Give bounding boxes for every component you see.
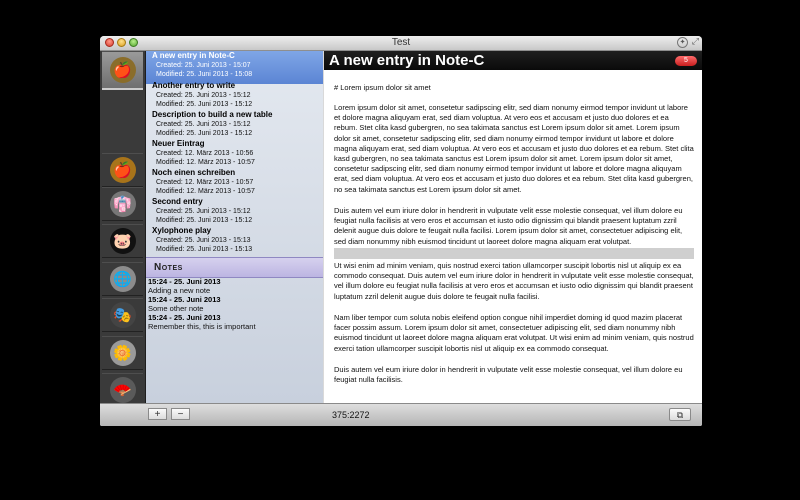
apple-icon: 🍎 xyxy=(109,157,136,183)
entry-title: Neuer Eintrag xyxy=(152,139,205,148)
notes-count-badge[interactable]: 5 xyxy=(675,56,697,66)
golden-apple-icon: 🍎 xyxy=(109,57,136,83)
app-window: Test ✦ ⤢ 🍎 🍎 👘 🐷 🌐 🎭 🌼 🪭 A new entry in … xyxy=(100,36,702,426)
entry-created: Created: 25. Juni 2013 - 15:12 xyxy=(156,92,251,99)
entry-created: Created: 25. Juni 2013 - 15:07 xyxy=(156,62,251,69)
editor-title: A new entry in Note-C xyxy=(329,52,485,69)
entry-row[interactable]: Xylophone play Created: 25. Juni 2013 - … xyxy=(146,226,323,259)
note-time: 15:24 - 25. Juni 2013 xyxy=(148,313,221,322)
globe-icon: 🌐 xyxy=(109,266,136,292)
note-time: 15:24 - 25. Juni 2013 xyxy=(148,295,221,304)
entry-modified: Modified: 25. Juni 2013 - 15:12 xyxy=(156,130,253,137)
notebook-button-5[interactable]: 🎭 xyxy=(102,298,143,332)
window-title: Test xyxy=(391,37,411,48)
entry-modified: Modified: 25. Juni 2013 - 15:12 xyxy=(156,217,253,224)
fan-icon: 🪭 xyxy=(109,377,136,403)
flower-icon: 🌼 xyxy=(109,340,136,366)
notebook-button-4[interactable]: 🌐 xyxy=(102,262,143,296)
entry-created: Created: 12. März 2013 - 10:56 xyxy=(156,150,254,157)
compass-icon[interactable]: ✦ xyxy=(677,37,688,48)
notes-header: Notes xyxy=(146,257,323,278)
title-bar[interactable]: Test ✦ ⤢ xyxy=(100,36,702,51)
entry-list: A new entry in Note-C Created: 25. Juni … xyxy=(146,51,323,403)
remove-entry-button[interactable]: − xyxy=(171,408,190,420)
editor-scrollbar[interactable] xyxy=(696,71,702,401)
entry-modified: Modified: 25. Juni 2013 - 15:12 xyxy=(156,101,253,108)
copy-button[interactable]: ⧉ xyxy=(669,408,691,421)
editor-pane[interactable]: A new entry in Note-C 5 # Lorem ipsum do… xyxy=(324,51,702,403)
entry-modified: Modified: 12. März 2013 - 10:57 xyxy=(156,159,255,166)
entry-row-selected[interactable]: A new entry in Note-C Created: 25. Juni … xyxy=(146,51,323,84)
note-text: Adding a new note xyxy=(148,286,211,295)
selection-highlight xyxy=(334,248,694,259)
notebook-button-6[interactable]: 🌼 xyxy=(102,336,143,370)
entry-title: Description to build a new table xyxy=(152,110,273,119)
note-text: Some other note xyxy=(148,304,204,313)
note-item[interactable]: 15:24 - 25. Juni 2013 Remember this, thi… xyxy=(146,313,323,331)
entry-title: Noch einen schreiben xyxy=(152,168,236,177)
entry-title: A new entry in Note-C xyxy=(152,51,235,60)
mask-icon: 🎭 xyxy=(109,302,136,328)
note-item[interactable]: 15:24 - 25. Juni 2013 Some other note xyxy=(146,295,323,313)
note-item[interactable]: 15:24 - 25. Juni 2013 Adding a new note xyxy=(146,277,323,295)
notebook-sidebar: 🍎 🍎 👘 🐷 🌐 🎭 🌼 🪭 xyxy=(100,51,146,407)
editor-paragraph[interactable]: Ut wisi enim ad minim veniam, quis nostr… xyxy=(334,261,694,302)
bottom-toolbar: + − 375:2272 ⧉ xyxy=(100,403,702,426)
add-entry-button[interactable]: + xyxy=(148,408,167,420)
note-time: 15:24 - 25. Juni 2013 xyxy=(148,277,221,286)
entry-modified: Modified: 25. Juni 2013 - 15:08 xyxy=(156,71,253,78)
entry-modified: Modified: 25. Juni 2013 - 15:13 xyxy=(156,246,253,253)
notebook-button-7[interactable]: 🪭 xyxy=(102,373,143,407)
cursor-position-counter: 375:2272 xyxy=(332,410,370,420)
kimono-icon: 👘 xyxy=(109,191,136,217)
editor-header: A new entry in Note-C 5 xyxy=(324,51,702,70)
entry-title: Xylophone play xyxy=(152,226,212,235)
entry-created: Created: 25. Juni 2013 - 15:12 xyxy=(156,208,251,215)
editor-paragraph[interactable]: Duis autem vel eum iriure dolor in hendr… xyxy=(334,365,694,385)
note-text: Remember this, this is important xyxy=(148,322,256,331)
copy-icon: ⧉ xyxy=(676,410,684,420)
notebook-button-0[interactable]: 🍎 xyxy=(102,51,143,90)
editor-paragraph[interactable]: Lorem ipsum dolor sit amet, consetetur s… xyxy=(334,103,694,195)
entry-title: Second entry xyxy=(152,197,203,206)
entry-created: Created: 12. März 2013 - 10:57 xyxy=(156,179,254,186)
editor-paragraph[interactable]: Nam liber tempor cum soluta nobis eleife… xyxy=(334,313,694,354)
notebook-button-3[interactable]: 🐷 xyxy=(102,224,143,258)
entry-modified: Modified: 12. März 2013 - 10:57 xyxy=(156,188,255,195)
entry-title: Another entry to write xyxy=(152,81,236,90)
fullscreen-icon[interactable]: ⤢ xyxy=(692,36,699,47)
notebook-button-2[interactable]: 👘 xyxy=(102,187,143,221)
entry-created: Created: 25. Juni 2013 - 15:13 xyxy=(156,237,251,244)
editor-paragraph[interactable]: Duis autem vel eum iriure dolor in hendr… xyxy=(334,206,694,247)
notes-header-label: Notes xyxy=(154,262,183,273)
editor-heading-line[interactable]: # Lorem ipsum dolor sit amet xyxy=(334,83,694,93)
notebook-button-1[interactable]: 🍎 xyxy=(102,153,143,187)
piggy-bank-icon: 🐷 xyxy=(109,228,136,254)
entry-created: Created: 25. Juni 2013 - 15:12 xyxy=(156,121,251,128)
